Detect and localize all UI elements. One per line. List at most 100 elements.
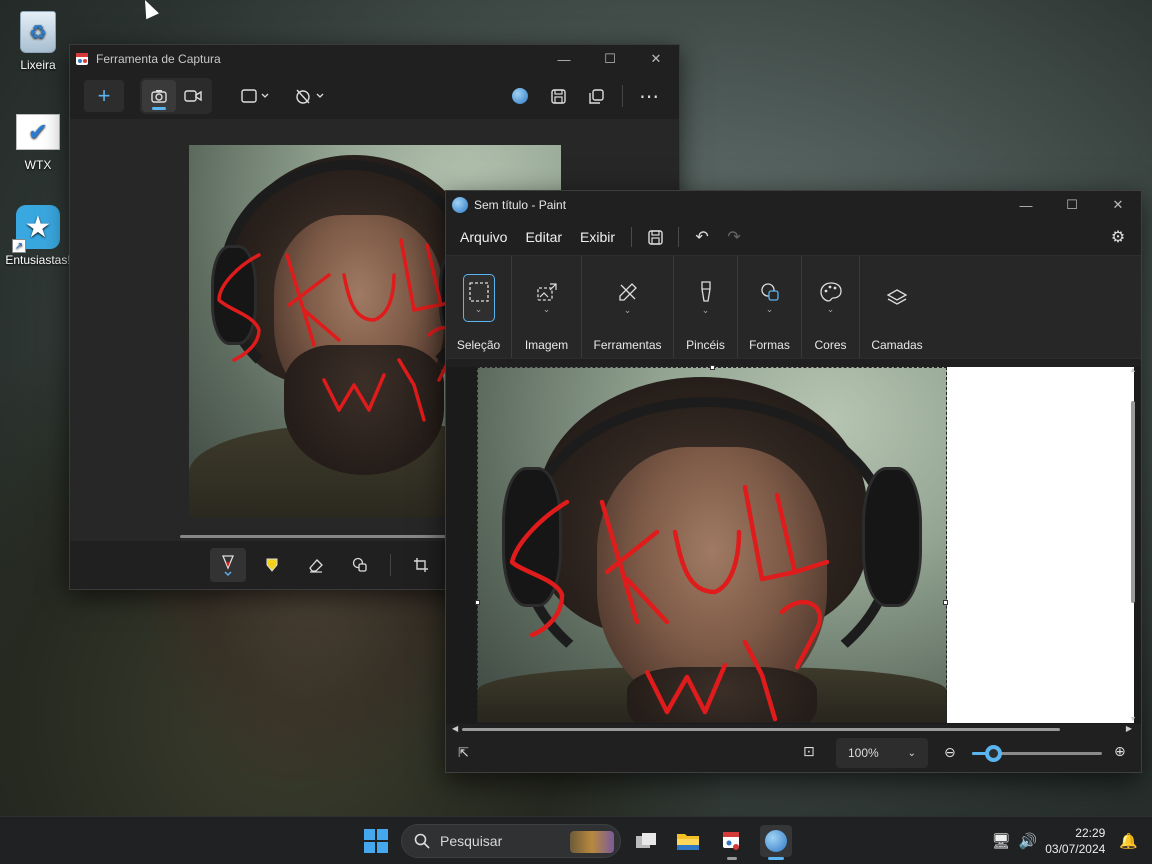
image-tools[interactable]: ⌄ [531, 274, 563, 322]
vertical-scrollbar[interactable]: ▲ ▼ [1129, 367, 1137, 723]
snip-shape-dropdown[interactable] [234, 80, 278, 112]
ribbon-group-shapes[interactable]: ⌄ Formas [738, 256, 802, 358]
paint-app-icon [452, 197, 468, 213]
selection-tool[interactable]: ⌄ [462, 274, 495, 322]
undo-icon: ↶ [695, 229, 709, 246]
save-button[interactable] [542, 80, 574, 112]
settings-button[interactable]: ⚙ [1103, 222, 1133, 252]
save-button[interactable] [640, 222, 670, 252]
network-icon[interactable]: 🖥 [992, 832, 1011, 850]
tools-tool[interactable]: ⌄ [612, 274, 644, 322]
pencil-tools-icon [618, 282, 637, 301]
ribbon-group-tools[interactable]: ⌄ Ferramentas [582, 256, 674, 358]
redo-button[interactable]: ↷ [719, 222, 749, 252]
zoom-in-icon: ⊕ [1114, 743, 1126, 759]
zoom-value: 100% [848, 746, 879, 760]
capture-mode-toggle [140, 78, 212, 114]
ribbon-group-selection[interactable]: ⌄ Seleção [446, 256, 512, 358]
ribbon-label: Imagem [524, 338, 569, 352]
maximize-button[interactable]: ☐ [587, 45, 633, 73]
taskbar-snipping-tool[interactable] [716, 825, 748, 860]
shapes-button[interactable] [342, 548, 378, 582]
see-more-button[interactable]: ⋯ [633, 80, 665, 112]
taskbar-task-view[interactable] [630, 825, 662, 857]
chevron-down-icon: ⌄ [907, 747, 916, 759]
video-camera-icon [184, 90, 202, 102]
clock[interactable]: 22:29 03/07/2024 [1045, 825, 1105, 857]
rectangle-selection-icon [468, 281, 489, 302]
search-icon [414, 833, 430, 849]
image-resize-icon [536, 282, 557, 301]
video-mode-button[interactable] [176, 80, 210, 112]
brushes-tool[interactable]: ⌄ [690, 274, 722, 322]
fit-to-window-button[interactable]: ⊡ [803, 743, 815, 760]
snipping-tool-app-icon [76, 53, 88, 65]
clock-time: 22:29 [1075, 826, 1106, 840]
new-snip-button[interactable]: + [84, 80, 124, 112]
zoom-out-icon: ⊖ [944, 744, 956, 760]
ballpoint-pen-button[interactable] [210, 548, 246, 582]
zoom-dropdown[interactable]: 100% ⌄ [836, 738, 928, 768]
eraser-button[interactable] [298, 548, 334, 582]
zoom-in-button[interactable]: ⊕ [1114, 743, 1126, 760]
taskbar: Pesquisar 🖥 🔊 22:29 03/07/2024 🔔 [0, 816, 1152, 864]
status-bar: ⇱ ⊡ 100% ⌄ ⊖ ⊕ [446, 734, 1141, 772]
copy-button[interactable] [580, 80, 612, 112]
crop-button[interactable] [403, 548, 439, 582]
desktop-icon-recycle-bin[interactable]: ♻ Lixeira [0, 10, 76, 72]
screenshot-mode-button[interactable] [142, 80, 176, 112]
minimize-button[interactable]: — [1003, 191, 1049, 219]
volume-icon[interactable]: 🔊 [1019, 832, 1038, 850]
delay-timer-dropdown[interactable] [288, 80, 332, 112]
ribbon-group-brushes[interactable]: ⌄ Pincéis [674, 256, 738, 358]
menu-edit[interactable]: Editar [517, 223, 570, 251]
close-button[interactable]: ✕ [1095, 191, 1141, 219]
ribbon-group-colors[interactable]: ⌄ Cores [802, 256, 860, 358]
start-button[interactable] [364, 829, 388, 853]
pasted-image[interactable] [477, 367, 947, 723]
mouse-cursor [138, 0, 159, 20]
ribbon-group-image[interactable]: ⌄ Imagem [512, 256, 582, 358]
notification-bell-icon[interactable]: 🔔 [1119, 832, 1138, 850]
search-box[interactable]: Pesquisar [401, 824, 621, 858]
desktop-icon-wtx[interactable]: ✔ WTX [0, 110, 76, 172]
ribbon-label: Cores [814, 338, 847, 352]
snip-toolbar: + ⋯ [70, 73, 679, 119]
search-highlight-image [570, 831, 614, 853]
undo-button[interactable]: ↶ [687, 222, 717, 252]
horizontal-scrollbar[interactable]: ◀ ▶ [452, 724, 1132, 734]
menu-bar: Arquivo Editar Exibir ↶ ↷ ⚙ [446, 219, 1141, 255]
zoom-out-button[interactable]: ⊖ [944, 744, 956, 761]
paint-window: Sem título - Paint — ☐ ✕ Arquivo Editar … [445, 190, 1142, 773]
copy-icon [588, 88, 604, 104]
ribbon-label: Formas [749, 338, 790, 352]
colors-tool[interactable]: ⌄ [815, 274, 847, 322]
minimize-button[interactable]: — [541, 45, 587, 73]
shapes-icon [352, 557, 367, 572]
taskbar-paint[interactable] [760, 825, 792, 860]
zoom-slider-knob[interactable] [984, 745, 1002, 762]
desktop-icon-entusiastas[interactable]: ★ ↗ Entusiastas! [0, 205, 76, 267]
layers-tool[interactable] [881, 274, 913, 322]
search-placeholder: Pesquisar [440, 833, 503, 849]
maximize-button[interactable]: ☐ [1049, 191, 1095, 219]
shapes-tool[interactable]: ⌄ [754, 274, 786, 322]
snipping-tool-icon [723, 832, 739, 850]
brush-icon [700, 280, 711, 302]
layers-icon [886, 289, 908, 305]
paint-titlebar: Sem título - Paint — ☐ ✕ [446, 191, 1141, 219]
fit-screen-icon: ⊡ [803, 743, 815, 759]
ribbon-label: Camadas [871, 338, 923, 352]
ribbon-group-layers[interactable]: Camadas [860, 256, 934, 358]
open-in-paint-button[interactable] [504, 80, 536, 112]
menu-file[interactable]: Arquivo [452, 223, 515, 251]
folder-icon [677, 834, 699, 850]
menu-view[interactable]: Exibir [572, 223, 623, 251]
eraser-icon [309, 559, 323, 573]
taskbar-file-explorer[interactable] [672, 825, 704, 857]
rectangle-snip-icon [241, 89, 269, 103]
zoom-slider[interactable] [972, 745, 1102, 762]
highlighter-button[interactable] [254, 548, 290, 582]
close-button[interactable]: ✕ [633, 45, 679, 73]
paint-canvas-area: ▲ ▼ [446, 365, 1141, 724]
